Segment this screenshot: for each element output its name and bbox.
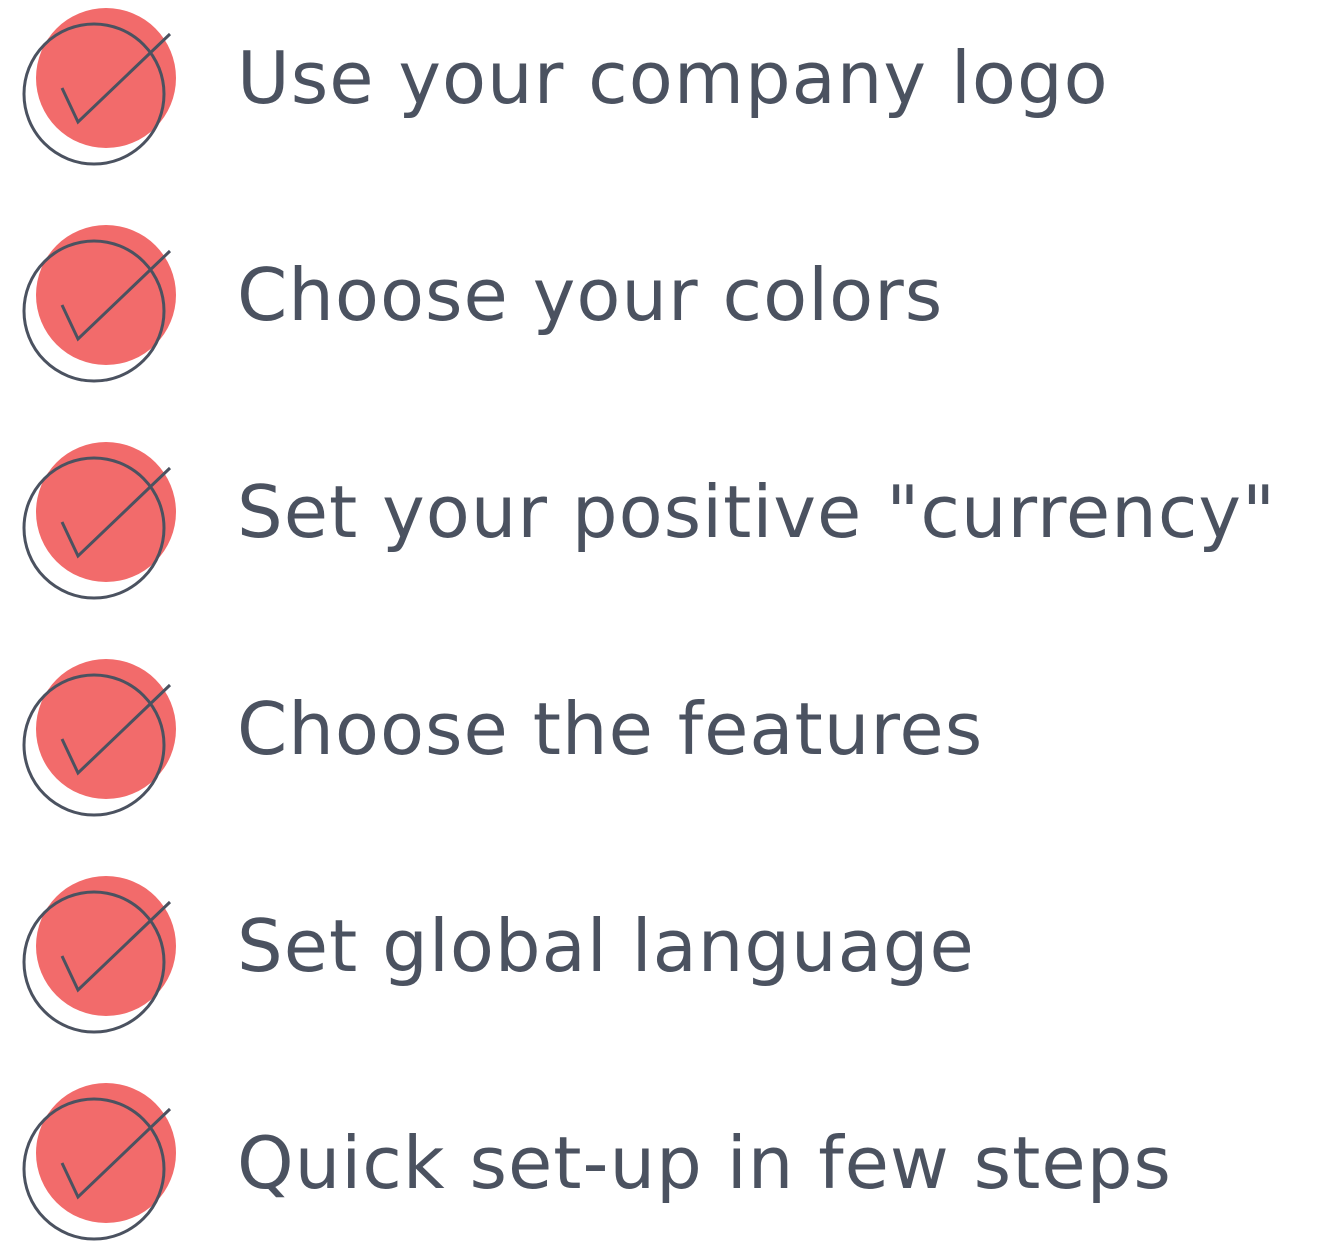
checklist-item: Set your positive "currency" xyxy=(0,434,1342,604)
checklist-item: Choose your colors xyxy=(0,217,1342,387)
check-circle-icon xyxy=(14,1075,184,1245)
checklist-item-label: Set global language xyxy=(237,904,975,988)
checklist-item-label: Use your company logo xyxy=(237,36,1109,120)
checklist-item-label: Set your positive "currency" xyxy=(237,470,1277,554)
checklist-item: Set global language xyxy=(0,868,1342,1038)
feature-checklist: Use your company logo Choose your colors… xyxy=(0,0,1342,1244)
checklist-item: Choose the features xyxy=(0,651,1342,821)
check-circle-icon xyxy=(14,434,184,604)
check-circle-icon xyxy=(14,651,184,821)
checklist-item-label: Quick set-up in few steps xyxy=(237,1121,1172,1205)
check-circle-icon xyxy=(14,217,184,387)
checklist-item: Quick set-up in few steps xyxy=(0,1075,1342,1245)
checklist-item-label: Choose the features xyxy=(237,687,984,771)
checklist-item: Use your company logo xyxy=(0,0,1342,170)
check-circle-icon xyxy=(14,868,184,1038)
checklist-item-label: Choose your colors xyxy=(237,253,944,337)
check-circle-icon xyxy=(14,0,184,170)
